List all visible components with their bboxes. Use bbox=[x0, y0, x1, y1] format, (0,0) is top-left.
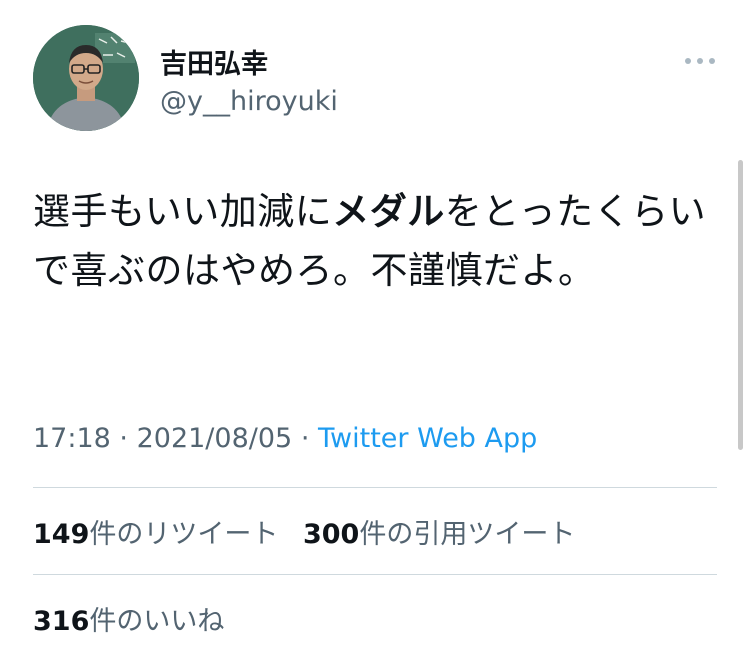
tweet-time[interactable]: 17:18 bbox=[33, 423, 111, 454]
divider bbox=[33, 487, 717, 488]
retweets-label: 件のリツイート bbox=[89, 519, 279, 550]
likes-label: 件のいいね bbox=[89, 606, 225, 637]
stats-row-retweets: 149件のリツイート 300件の引用ツイート bbox=[33, 512, 591, 551]
retweets-stat[interactable]: 149件のリツイート bbox=[33, 519, 278, 550]
meta-separator: · bbox=[300, 423, 310, 454]
quotes-count: 300 bbox=[302, 519, 360, 550]
quotes-stat[interactable]: 300件の引用ツイート bbox=[303, 519, 575, 550]
tweet-meta: 17:18 · 2021/08/05 · Twitter Web App bbox=[33, 423, 537, 454]
author-display-name[interactable]: 吉田弘幸 bbox=[160, 42, 268, 81]
scrollbar[interactable] bbox=[738, 160, 743, 450]
tweet-text-bold: メダル bbox=[332, 190, 445, 233]
tweet-source-link[interactable]: Twitter Web App bbox=[318, 423, 537, 454]
retweets-count: 149 bbox=[33, 519, 90, 550]
author-handle[interactable]: @y__hiroyuki bbox=[160, 86, 338, 117]
tweet-date[interactable]: 2021/08/05 bbox=[137, 423, 293, 454]
tweet-text: 選手もいい加減にメダルをとったくらいで喜ぶのはやめろ。不謹慎だよ。 bbox=[33, 182, 723, 300]
likes-count: 316 bbox=[33, 606, 90, 637]
profile-photo-icon bbox=[33, 25, 139, 131]
divider bbox=[33, 574, 717, 575]
quotes-label: 件の引用ツイート bbox=[359, 519, 576, 550]
meta-separator: · bbox=[119, 423, 128, 454]
more-options-icon[interactable] bbox=[683, 52, 717, 64]
stats-row-likes: 316件のいいね bbox=[33, 599, 240, 638]
likes-stat[interactable]: 316件のいいね bbox=[33, 606, 224, 637]
avatar[interactable] bbox=[33, 25, 139, 131]
tweet-text-part1: 選手もいい加減に bbox=[33, 190, 333, 233]
